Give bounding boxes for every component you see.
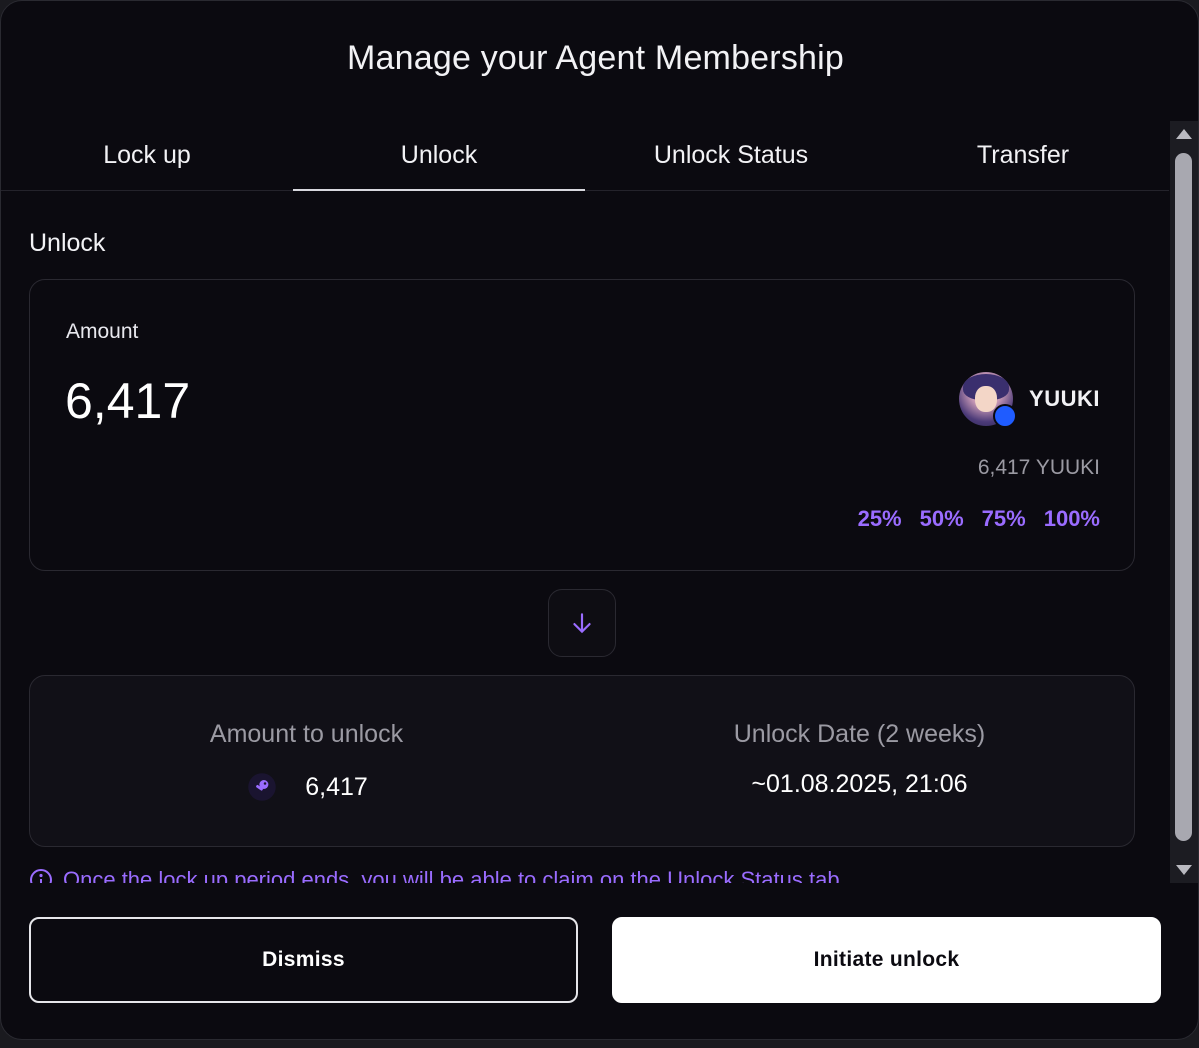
tab-lock-up[interactable]: Lock up bbox=[1, 121, 293, 190]
amount-card: Amount 6,417 YUUKI 6,417 YUUKI 25% 50% 7… bbox=[29, 279, 1135, 571]
percent-75-button[interactable]: 75% bbox=[982, 506, 1026, 532]
avatar-face bbox=[975, 386, 998, 412]
arrow-down-icon bbox=[573, 613, 591, 633]
unlock-date: Unlock Date (2 weeks) ~01.08.2025, 21:06 bbox=[583, 676, 1136, 846]
amount-to-unlock: Amount to unlock 6,417 bbox=[30, 676, 583, 846]
info-circle-icon bbox=[30, 869, 52, 883]
section-label: Unlock bbox=[29, 229, 106, 257]
tab-unlock[interactable]: Unlock bbox=[293, 121, 585, 191]
token-selector: YUUKI bbox=[959, 372, 1100, 428]
token-balance: 6,417 YUUKI bbox=[977, 456, 1100, 479]
percent-options: 25% 50% 75% 100% bbox=[858, 506, 1100, 532]
tab-content: Unlock Amount 6,417 YUUKI 6,417 YUUKI 25… bbox=[1, 191, 1169, 883]
percent-25-button[interactable]: 25% bbox=[858, 506, 902, 532]
chain-badge-icon bbox=[993, 404, 1018, 428]
info-note: Once the lock up period ends, you will b… bbox=[29, 867, 840, 883]
token-avatar bbox=[959, 372, 1018, 428]
scroll-thumb[interactable] bbox=[1175, 153, 1192, 841]
unlock-date-row: ~01.08.2025, 21:06 bbox=[583, 770, 1136, 799]
tab-bar: Lock up Unlock Unlock Status Transfer bbox=[1, 121, 1169, 191]
amount-input[interactable]: 6,417 bbox=[65, 372, 190, 430]
unlock-summary-card: Amount to unlock 6,417 Unlock Date (2 we… bbox=[29, 675, 1135, 847]
membership-modal: Manage your Agent Membership Lock up Unl… bbox=[0, 0, 1199, 1040]
modal-title: Manage your Agent Membership bbox=[347, 39, 844, 77]
amount-to-unlock-label: Amount to unlock bbox=[209, 720, 404, 748]
tab-transfer[interactable]: Transfer bbox=[877, 121, 1169, 190]
scroll-down-icon[interactable] bbox=[1176, 865, 1192, 875]
tab-unlock-status[interactable]: Unlock Status bbox=[585, 121, 877, 190]
amount-to-unlock-row: 6,417 bbox=[30, 770, 583, 804]
amount-to-unlock-value: 6,417 bbox=[305, 772, 368, 801]
scrollbar[interactable] bbox=[1170, 121, 1198, 883]
unlock-date-value: ~01.08.2025, 21:06 bbox=[751, 770, 968, 798]
percent-100-button[interactable]: 100% bbox=[1044, 506, 1100, 532]
info-note-text: Once the lock up period ends, you will b… bbox=[63, 867, 840, 883]
unlock-date-label: Unlock Date (2 weeks) bbox=[733, 720, 986, 748]
key-icon bbox=[245, 770, 279, 804]
swap-direction-button[interactable] bbox=[548, 589, 616, 657]
token-name: YUUKI bbox=[1029, 386, 1100, 411]
percent-50-button[interactable]: 50% bbox=[920, 506, 964, 532]
scroll-up-icon[interactable] bbox=[1176, 129, 1192, 139]
initiate-unlock-button[interactable]: Initiate unlock bbox=[612, 917, 1161, 1003]
amount-label: Amount bbox=[66, 320, 139, 343]
dismiss-button[interactable]: Dismiss bbox=[29, 917, 578, 1003]
